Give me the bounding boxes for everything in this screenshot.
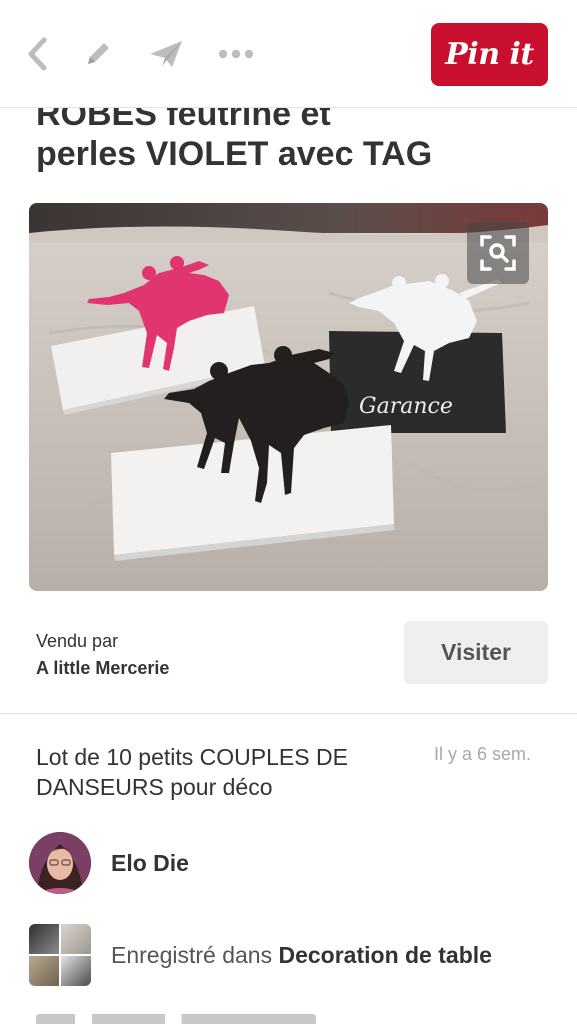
more-options-icon[interactable]	[216, 34, 256, 74]
next-section-cutoff	[36, 1014, 316, 1024]
board-name-link[interactable]: Decoration de table	[278, 942, 491, 968]
visual-search-icon	[480, 235, 516, 271]
board-row[interactable]: Enregistré dans Decoration de table	[29, 924, 492, 986]
visual-search-zoom-button[interactable]	[467, 222, 529, 284]
visit-button[interactable]: Visiter	[404, 621, 548, 684]
pin-description: Lot de 10 petits COUPLES DE DANSEURS pou…	[36, 744, 348, 800]
seller-label: Vendu par	[36, 631, 119, 651]
back-chevron-icon[interactable]	[18, 34, 58, 74]
board-saved-prefix: Enregistré dans	[111, 941, 279, 968]
pinner-avatar[interactable]	[29, 832, 91, 894]
pin-title-line-2: perles VIOLET avec TAG	[36, 135, 433, 173]
pinner-row[interactable]: Elo Die	[29, 832, 189, 894]
pinner-name[interactable]: Elo Die	[111, 850, 189, 877]
board-saved-text: Enregistré dans Decoration de table	[111, 942, 492, 969]
edit-pencil-icon[interactable]	[78, 34, 118, 74]
pin-time-ago: Il y a 6 sem.	[434, 744, 532, 764]
top-toolbar: Pin it	[0, 0, 577, 108]
place-card-name-text: Garance	[359, 394, 453, 419]
send-paper-plane-icon[interactable]	[146, 34, 186, 74]
board-thumbnail[interactable]	[29, 924, 91, 986]
pin-it-button[interactable]: Pin it	[431, 23, 548, 86]
seller-info: Vendu par A little Mercerie	[36, 631, 169, 679]
seller-name[interactable]: A little Mercerie	[36, 658, 169, 679]
section-divider	[0, 713, 577, 714]
